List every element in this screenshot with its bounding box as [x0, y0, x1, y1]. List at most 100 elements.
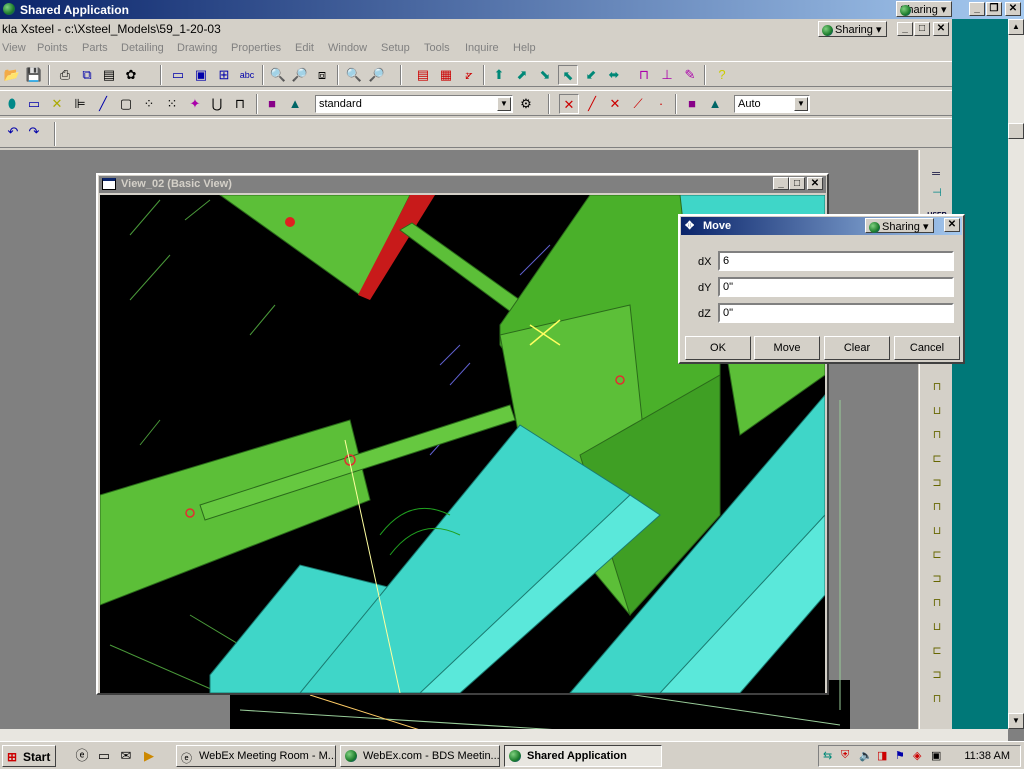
scroll-thumb[interactable] [1008, 123, 1024, 139]
save-icon[interactable]: 💾 [24, 65, 44, 85]
quicklaunch-desktop-icon[interactable]: ▭ [94, 746, 114, 766]
tray-volume-icon[interactable]: 🔈 [859, 749, 873, 762]
ok-button[interactable]: OK [685, 336, 751, 360]
scroll-up-icon[interactable]: ▲ [1008, 19, 1024, 35]
dx-input[interactable] [718, 251, 954, 271]
dots-grid-icon[interactable]: ⁙ [162, 94, 182, 114]
auto-combo[interactable]: Auto ▼ [734, 95, 810, 113]
move-button[interactable]: Move [754, 336, 820, 360]
move-close-button[interactable]: ✕ [944, 218, 960, 232]
select-object-icon[interactable]: ⬉ [558, 65, 578, 85]
line-icon[interactable]: ╱ [93, 94, 113, 114]
outer-restore-button[interactable]: ❐ [986, 2, 1002, 16]
align-icon[interactable]: ⊣ [927, 184, 947, 202]
snap-segment-icon[interactable]: ⟋ [628, 94, 648, 114]
component-icon[interactable]: ✦ [185, 94, 205, 114]
menu-tools[interactable]: Tools [424, 42, 450, 54]
menu-setup[interactable]: Setup [381, 42, 410, 54]
task-webex-bds-meeting[interactable]: WebEx.com - BDS Meetin... [340, 745, 500, 767]
app-close-button[interactable]: ✕ [933, 22, 949, 36]
select-assembly-icon[interactable]: ⬊ [535, 65, 555, 85]
zoom-original-icon[interactable]: 🔎 [367, 65, 387, 85]
profile10-icon[interactable]: ⊓ [927, 594, 947, 612]
select-connection-icon[interactable]: ⬋ [581, 65, 601, 85]
menu-points[interactable]: Points [37, 42, 68, 54]
copy-icon[interactable]: ⧉ [77, 65, 97, 85]
view-list-icon[interactable]: ▣ [191, 65, 211, 85]
fill2-icon[interactable]: ▲ [705, 94, 725, 114]
snap-cross-icon[interactable]: ✕ [559, 94, 579, 114]
tray-acrobat-icon[interactable]: ◈ [913, 749, 921, 762]
profile4-icon[interactable]: ⊏ [927, 450, 947, 468]
view-maximize-button[interactable]: □ [789, 177, 805, 190]
snap-line-icon[interactable]: ╱ [582, 94, 602, 114]
open-icon[interactable]: 📂 [2, 65, 22, 85]
chevron-down-icon[interactable]: ▼ [794, 97, 808, 111]
app-maximize-button[interactable]: □ [914, 22, 930, 36]
outer-close-button[interactable]: ✕ [1005, 2, 1021, 16]
profile2-icon[interactable]: ⊔ [927, 402, 947, 420]
wizard-icon[interactable]: ✿ [121, 65, 141, 85]
profile6-icon[interactable]: ⊓ [927, 498, 947, 516]
box-icon[interactable]: ▢ [116, 94, 136, 114]
arc-icon[interactable]: ⋃ [207, 94, 227, 114]
properties-icon[interactable]: ⚙ [516, 94, 536, 114]
task-shared-application[interactable]: Shared Application [504, 745, 662, 767]
fill-icon[interactable]: ▲ [285, 94, 305, 114]
measure-icon[interactable]: ⊥ [657, 65, 677, 85]
app-sharing-button[interactable]: Sharing ▾ [818, 21, 887, 37]
view-grid-icon[interactable]: ⊞ [214, 65, 234, 85]
tray-monitor-icon[interactable]: ▣ [931, 749, 941, 762]
cross-icon[interactable]: ✕ [47, 94, 67, 114]
vertical-scrollbar[interactable]: ▲ ▼ [1008, 19, 1024, 729]
pencil-icon[interactable]: ✎ [680, 65, 700, 85]
standard-combo[interactable]: standard ▼ [315, 95, 513, 113]
grid-icon[interactable]: ▭ [24, 94, 44, 114]
view-minimize-button[interactable]: _ [773, 177, 789, 190]
profile9-icon[interactable]: ⊐ [927, 570, 947, 588]
profile1-icon[interactable]: ⊓ [927, 378, 947, 396]
point-icon[interactable]: ⬮ [2, 94, 22, 114]
profile14-icon[interactable]: ⊓ [927, 690, 947, 708]
dz-input[interactable] [718, 303, 954, 323]
menu-inquire[interactable]: Inquire [465, 42, 499, 54]
quicklaunch-media-icon[interactable]: ▶ [139, 746, 159, 766]
menu-help[interactable]: Help [513, 42, 536, 54]
snap-x-icon[interactable]: ✕ [605, 94, 625, 114]
cancel-button[interactable]: Cancel [894, 336, 960, 360]
chevron-down-icon[interactable]: ▼ [497, 97, 511, 111]
quicklaunch-ie-icon[interactable]: ⓔ [72, 746, 92, 766]
snap-icon[interactable]: ⊓ [634, 65, 654, 85]
redo-icon[interactable]: ↷ [24, 122, 44, 142]
select-icon[interactable]: ⬆ [489, 65, 509, 85]
quicklaunch-outlook-icon[interactable]: ✉ [116, 746, 136, 766]
profile8-icon[interactable]: ⊏ [927, 546, 947, 564]
menu-drawing[interactable]: Drawing [177, 42, 217, 54]
dots-icon[interactable]: ⁘ [139, 94, 159, 114]
zoom-in-icon[interactable]: 🔍 [268, 65, 288, 85]
dy-input[interactable] [718, 277, 954, 297]
menu-window[interactable]: Window [328, 42, 367, 54]
profile13-icon[interactable]: ⊐ [927, 666, 947, 684]
menu-detailing[interactable]: Detailing [121, 42, 164, 54]
profile12-icon[interactable]: ⊏ [927, 642, 947, 660]
print-icon[interactable]: ⎙ [55, 65, 75, 85]
app-minimize-button[interactable]: _ [897, 22, 913, 36]
view-close-button[interactable]: ✕ [807, 177, 823, 190]
color-purple-icon[interactable]: ■ [262, 94, 282, 114]
menu-edit[interactable]: Edit [295, 42, 314, 54]
color-purple2-icon[interactable]: ■ [682, 94, 702, 114]
profile7-icon[interactable]: ⊔ [927, 522, 947, 540]
move-sharing-button[interactable]: Sharing ▾ [865, 218, 934, 233]
window-icon[interactable]: ▭ [168, 65, 188, 85]
horizontal-scrollbar[interactable] [0, 729, 1008, 741]
start-button[interactable]: ⊞ Start [2, 745, 56, 767]
clock[interactable]: 11:38 AM [964, 750, 1010, 762]
report-icon[interactable]: ▤ [413, 65, 433, 85]
tray-app-icon[interactable]: ◨ [877, 749, 887, 762]
preview-icon[interactable]: ▤ [99, 65, 119, 85]
zoom-previous-icon[interactable]: 🔍 [344, 65, 364, 85]
help-icon[interactable]: ? [712, 65, 732, 85]
outer-minimize-button[interactable]: _ [969, 2, 985, 16]
menu-view[interactable]: View [2, 42, 26, 54]
